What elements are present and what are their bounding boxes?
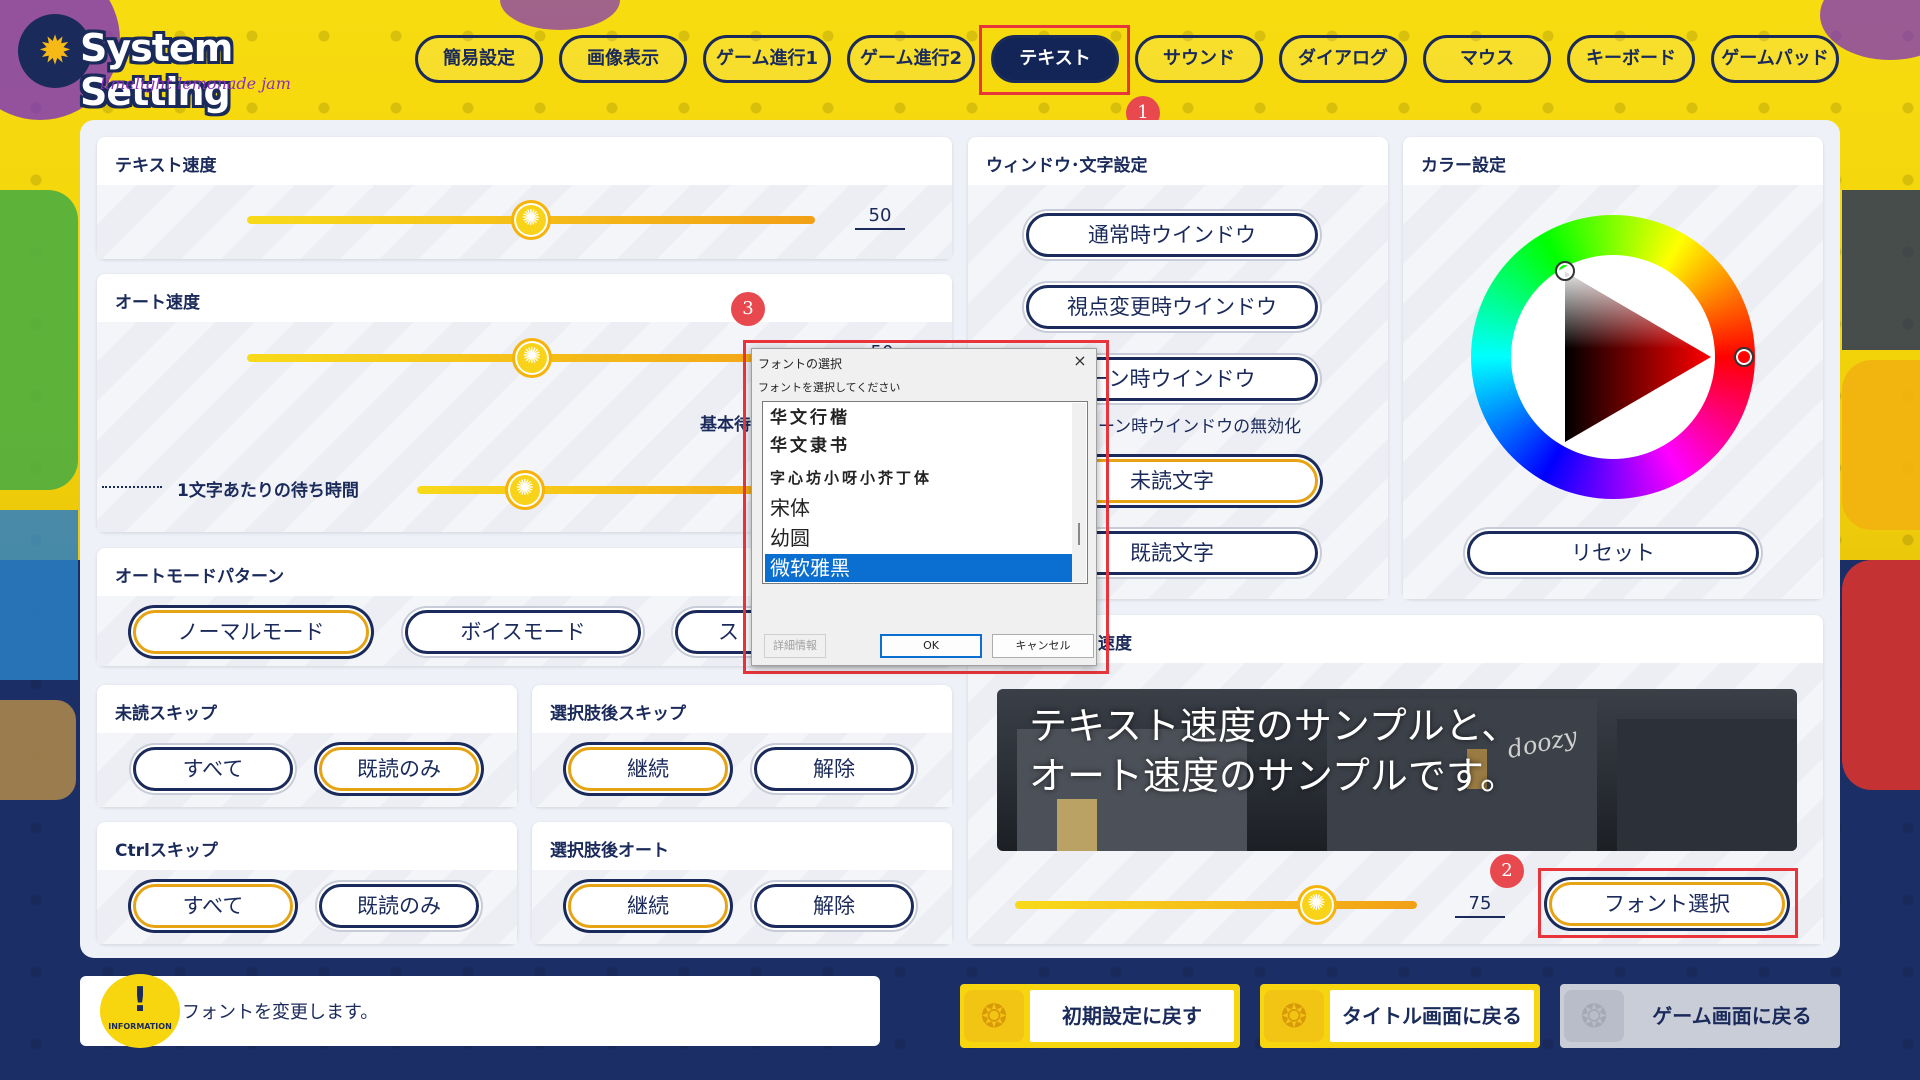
unread-skip-title: 未読スキップ xyxy=(115,704,217,724)
font-list-item[interactable]: 华文行楷 xyxy=(765,404,1076,432)
auto-speed-slider-knob[interactable]: ✺ xyxy=(512,338,552,378)
information-text: フォントを変更します。 xyxy=(182,1002,379,1023)
ctrl-skip-read-only-button[interactable]: 既読のみ xyxy=(319,884,479,928)
tab-mouse[interactable]: マウス xyxy=(1423,35,1551,83)
ctrl-skip-card: Ctrlスキップ すべて 既読のみ xyxy=(97,822,517,944)
font-select-dialog: フォントの選択 × フォントを選択してください 华文行楷 华文隶书 字心坊小呀小… xyxy=(751,348,1097,666)
close-icon[interactable]: × xyxy=(1070,351,1090,370)
unread-skip-card: 未読スキップ すべて 既読のみ xyxy=(97,685,517,807)
reset-defaults-button[interactable]: ❂ 初期設定に戻す xyxy=(960,984,1240,1048)
ctrl-skip-title: Ctrlスキップ xyxy=(115,841,218,861)
after-choice-skip-card: 選択肢後スキップ 継続 解除 xyxy=(532,685,952,807)
preview-line-2: オート速度のサンプルです。 xyxy=(1029,754,1519,798)
ctrl-skip-all-button[interactable]: すべて xyxy=(133,884,293,928)
color-triangle[interactable] xyxy=(1471,215,1755,499)
tab-image-display[interactable]: 画像表示 xyxy=(559,35,687,83)
ferris-wheel-decoration xyxy=(1842,360,1920,530)
ok-button[interactable]: OK xyxy=(880,634,982,658)
auto-mode-title: オートモードパターン xyxy=(115,567,285,587)
after-choice-auto-cancel-button[interactable]: 解除 xyxy=(754,884,914,928)
font-list-scrollbar[interactable] xyxy=(1072,403,1086,582)
tab-simple-settings[interactable]: 簡易設定 xyxy=(415,35,543,83)
tab-dialog[interactable]: ダイアログ xyxy=(1279,35,1407,83)
after-choice-auto-card: 選択肢後オート 継続 解除 xyxy=(532,822,952,944)
voice-mode-button[interactable]: ボイスモード xyxy=(405,610,641,654)
back-to-game-button[interactable]: ❂ ゲーム画面に戻る xyxy=(1560,984,1840,1048)
tab-gamepad[interactable]: ゲームパッド xyxy=(1711,35,1839,83)
viewpoint-change-window-button[interactable]: 視点変更時ウインドウ xyxy=(1026,285,1318,329)
per-char-wait-label: 1文字あたりの待ち時間 xyxy=(177,481,359,501)
unread-skip-all-button[interactable]: すべて xyxy=(133,747,293,791)
font-list-item-selected[interactable]: 微软雅黑 xyxy=(765,554,1076,582)
after-choice-auto-title: 選択肢後オート xyxy=(550,841,669,861)
text-speed-title: テキスト速度 xyxy=(115,156,217,176)
after-choice-skip-cancel-button[interactable]: 解除 xyxy=(754,747,914,791)
dialog-title: フォントの選択 xyxy=(758,357,843,371)
lemon-icon: ❂ xyxy=(964,990,1024,1042)
normal-window-button[interactable]: 通常時ウインドウ xyxy=(1026,213,1318,257)
font-size-value: 75 xyxy=(1455,893,1505,918)
lemon-icon: ❂ xyxy=(1564,990,1624,1042)
cancel-button[interactable]: キャンセル xyxy=(992,634,1094,658)
highlight-box-font-button xyxy=(1538,868,1798,938)
preview-line-1: テキスト速度のサンプルと、 xyxy=(1029,704,1520,748)
preview-sample-text: テキスト速度のサンプルと、 オート速度のサンプルです。 xyxy=(1029,701,1519,801)
text-speed-slider-knob[interactable]: ✺ xyxy=(511,200,551,240)
font-list-item[interactable]: 华文隶书 xyxy=(765,432,1076,460)
tab-game-progress-1[interactable]: ゲーム進行1 xyxy=(703,35,831,83)
music-note-decoration xyxy=(0,700,76,800)
color-settings-card: カラー設定 リセット xyxy=(1403,137,1823,599)
text-sample-preview: doozy テキスト速度のサンプルと、 オート速度のサンプルです。 xyxy=(997,689,1797,851)
font-list-item[interactable]: 字心坊小呀小芥丁体 xyxy=(765,464,1076,492)
logo-decoration xyxy=(0,510,78,680)
highlight-box-text-tab xyxy=(979,25,1130,95)
color-wheel[interactable] xyxy=(1471,215,1755,499)
window-text-title: ウィンドウ･文字設定 xyxy=(986,156,1148,176)
auto-speed-title: オート速度 xyxy=(115,293,200,313)
unread-skip-read-only-button[interactable]: 既読のみ xyxy=(319,747,479,791)
system-setting-logo: ✹ System Setting limelight lemonade jam xyxy=(10,8,340,114)
hue-handle[interactable] xyxy=(1734,347,1754,367)
text-speed-card: テキスト速度 ✺ 50 xyxy=(97,137,952,259)
dialog-prompt: フォントを選択してください xyxy=(758,381,901,394)
annotation-badge-3: 3 xyxy=(731,292,765,326)
per-char-wait-slider-knob[interactable]: ✺ xyxy=(505,470,545,510)
scene-window-disable-label: ーン時ウインドウの無効化 xyxy=(1098,417,1302,437)
normal-mode-button[interactable]: ノーマルモード xyxy=(133,610,369,654)
tab-keyboard[interactable]: キーボード xyxy=(1567,35,1695,83)
annotation-badge-2: 2 xyxy=(1490,854,1524,888)
keyboard-decoration xyxy=(1842,190,1920,350)
after-choice-skip-title: 選択肢後スキップ xyxy=(550,704,686,724)
red-guitar-decoration xyxy=(1842,560,1920,790)
brightness-handle[interactable] xyxy=(1555,261,1575,281)
text-speed-value: 50 xyxy=(855,205,905,230)
details-button[interactable]: 詳細情報 xyxy=(764,634,826,658)
tab-game-progress-2[interactable]: ゲーム進行2 xyxy=(847,35,975,83)
color-settings-title: カラー設定 xyxy=(1421,156,1506,176)
after-choice-skip-continue-button[interactable]: 継続 xyxy=(568,747,728,791)
guitar-decoration xyxy=(0,190,78,490)
tab-sound[interactable]: サウンド xyxy=(1135,35,1263,83)
lemon-icon: ❂ xyxy=(1264,990,1324,1042)
font-list-item[interactable]: 幼圆 xyxy=(765,524,1076,552)
font-list[interactable]: 华文行楷 华文隶书 字心坊小呀小芥丁体 宋体 幼圆 微软雅黑 xyxy=(762,401,1088,584)
font-list-item[interactable]: 宋体 xyxy=(765,494,1076,522)
color-reset-button[interactable]: リセット xyxy=(1467,531,1759,575)
logo-title: System Setting xyxy=(80,26,233,114)
font-size-slider-track[interactable] xyxy=(1015,901,1417,909)
information-icon: ! INFORMATION xyxy=(100,974,180,1048)
font-size-slider-knob[interactable]: ✺ xyxy=(1296,885,1337,925)
after-choice-auto-continue-button[interactable]: 継続 xyxy=(568,884,728,928)
back-to-title-button[interactable]: ❂ タイトル画面に戻る xyxy=(1260,984,1540,1048)
logo-subtitle: limelight lemonade jam xyxy=(100,74,291,93)
information-bar: ! INFORMATION フォントを変更します。 xyxy=(80,974,880,1048)
